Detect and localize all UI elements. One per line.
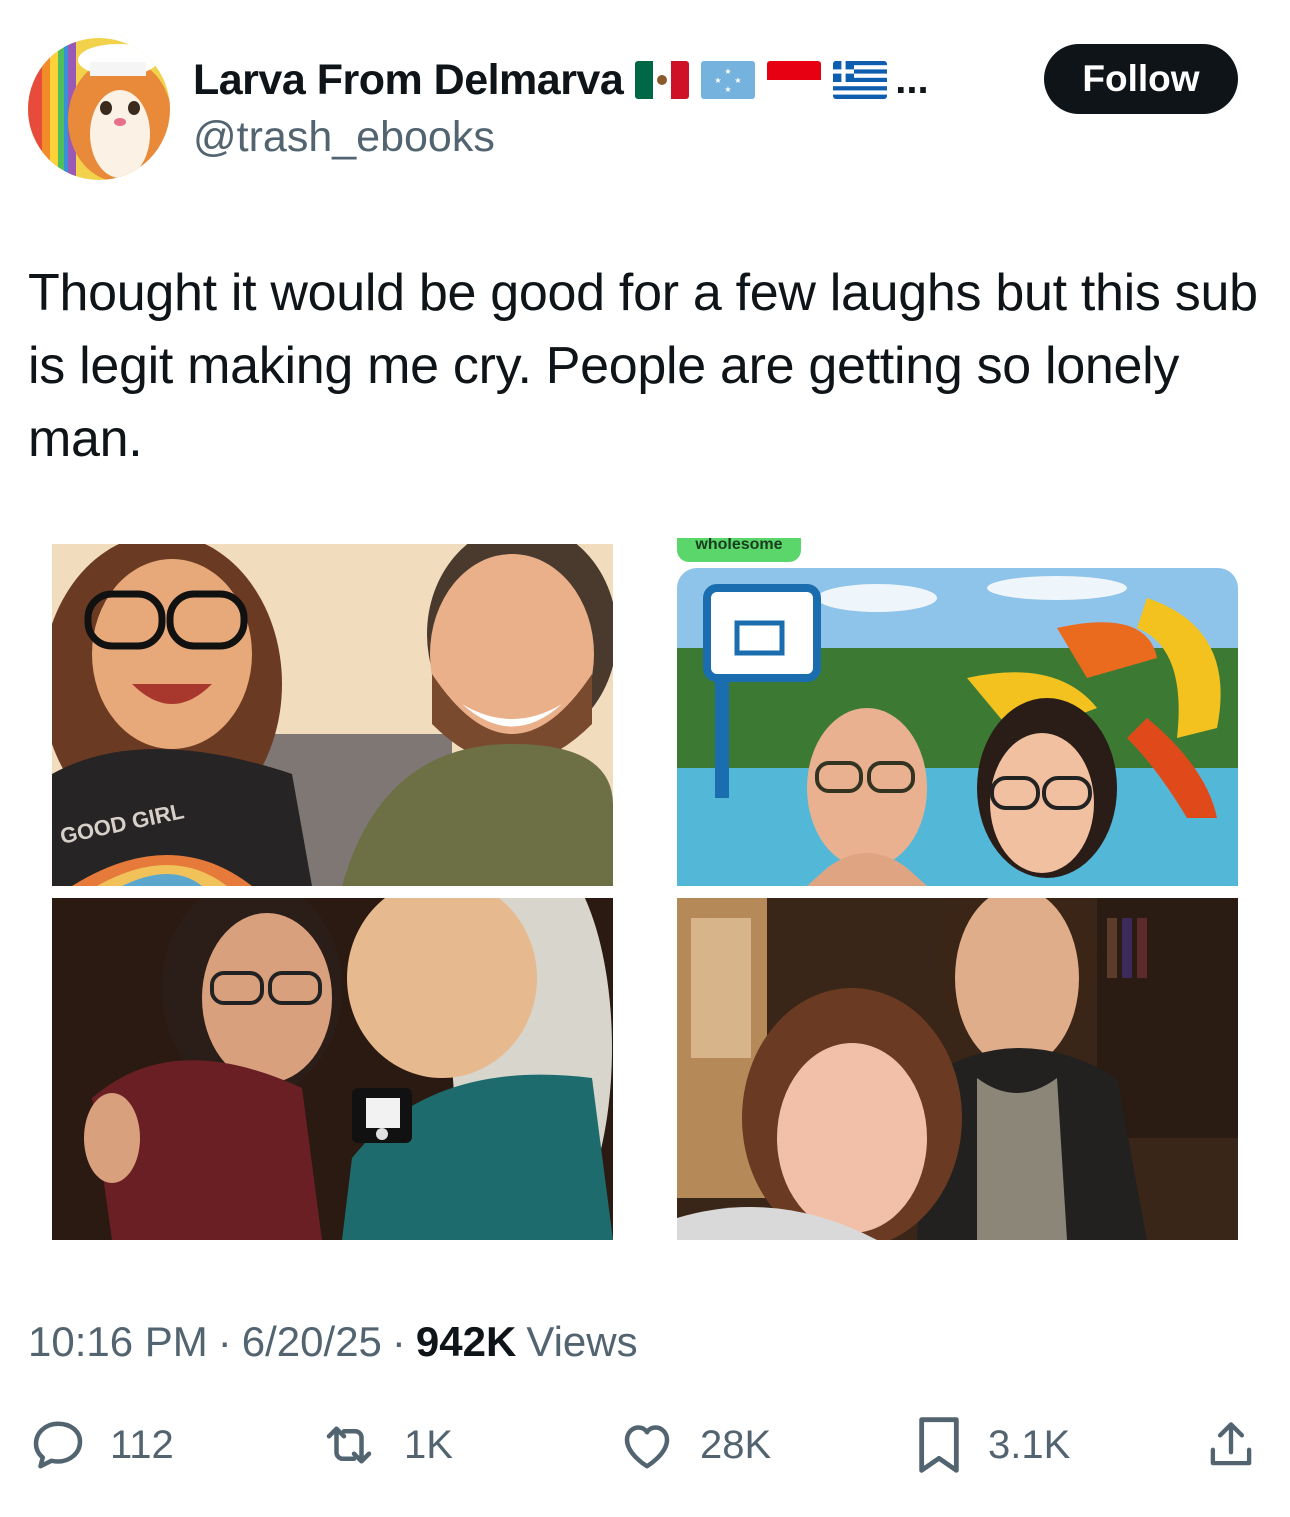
tweet-time[interactable]: 10:16 PM — [28, 1318, 208, 1366]
heart-icon — [624, 1425, 670, 1469]
tweet-meta: 10:16 PM · 6/20/25 · 942K Views — [28, 1312, 638, 1372]
subreddit-tag: wholesome — [677, 538, 801, 562]
repost-icon — [326, 1426, 372, 1464]
views-count: 942K — [415, 1318, 517, 1365]
action-bar: 112 1K 28K 3.1K — [0, 1410, 1290, 1480]
avatar[interactable] — [28, 38, 170, 180]
meta-separator: · — [217, 1318, 232, 1365]
bookmark-button[interactable]: 3.1K — [912, 1410, 1070, 1480]
svg-text:★: ★ — [725, 85, 732, 94]
flag-list: ★ ★ ★ ★ ... — [635, 57, 929, 103]
mexico-flag-icon — [635, 61, 690, 99]
follow-button[interactable]: Follow — [1044, 44, 1238, 114]
share-button[interactable] — [1202, 1410, 1260, 1480]
repost-count: 1K — [404, 1422, 453, 1467]
avatar-image — [28, 38, 170, 180]
svg-text:★: ★ — [735, 76, 742, 85]
greece-flag-icon — [833, 61, 888, 99]
indonesia-flag-icon — [767, 61, 822, 99]
media-image-3[interactable] — [52, 898, 613, 1240]
like-count: 28K — [700, 1422, 772, 1467]
media-image-2[interactable] — [677, 568, 1238, 886]
tweet-date[interactable]: 6/20/25 — [242, 1318, 382, 1366]
media-image-1[interactable]: GOOD GIRL — [52, 544, 613, 886]
reply-button[interactable]: 112 — [28, 1410, 174, 1480]
author-display-name-row: Larva From Delmarva ★ ★ ★ ★ ... — [193, 52, 929, 108]
micronesia-flag-icon: ★ ★ ★ ★ — [701, 61, 756, 99]
like-button[interactable]: 28K — [616, 1410, 771, 1480]
views-label: Views — [526, 1318, 638, 1365]
share-icon — [1210, 1422, 1252, 1466]
svg-text:★: ★ — [725, 67, 732, 76]
tweet-text: Thought it would be good for a few laugh… — [28, 264, 1258, 468]
svg-text:★: ★ — [715, 76, 722, 85]
bookmark-icon — [919, 1417, 959, 1473]
flags-overflow: ... — [895, 57, 929, 102]
meta-separator: · — [391, 1318, 406, 1365]
repost-button[interactable]: 1K — [316, 1410, 453, 1480]
display-name[interactable]: Larva From Delmarva — [193, 56, 624, 105]
reply-count: 112 — [110, 1422, 174, 1467]
media-image-4[interactable] — [677, 898, 1238, 1240]
reply-icon — [33, 1421, 83, 1469]
bookmark-count: 3.1K — [988, 1422, 1071, 1467]
author-handle[interactable]: @trash_ebooks — [193, 113, 495, 162]
